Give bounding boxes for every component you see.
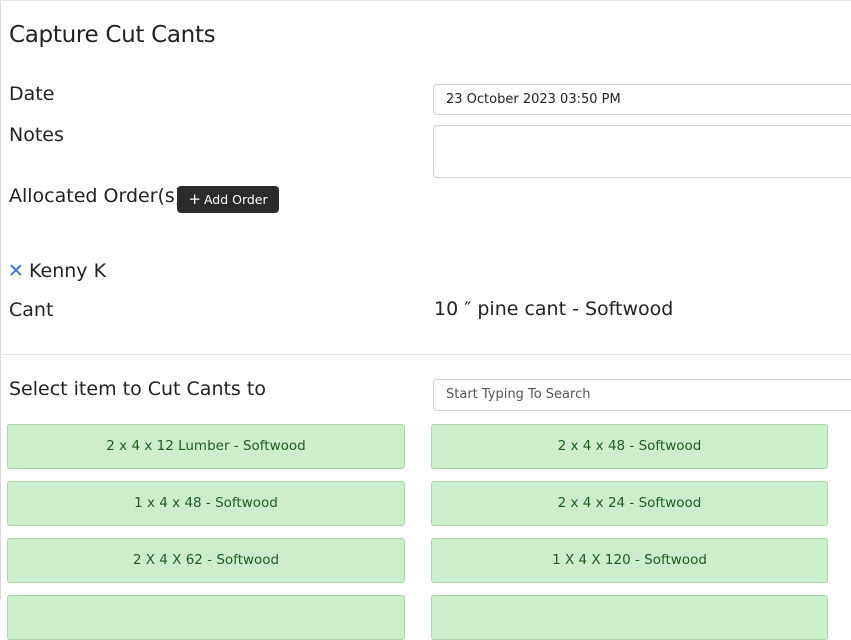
plus-icon: + xyxy=(188,190,201,208)
allocated-order-name: Kenny K xyxy=(29,260,107,282)
date-label: Date xyxy=(9,83,55,105)
date-input[interactable]: 23 October 2023 03:50 PM xyxy=(433,84,851,115)
notes-textarea[interactable] xyxy=(433,125,851,178)
item-button[interactable] xyxy=(7,595,405,640)
item-button[interactable]: 1 x 4 x 48 - Softwood xyxy=(7,481,405,526)
item-button[interactable]: 2 x 4 x 12 Lumber - Softwood xyxy=(7,424,405,469)
cant-value: 10 ″ pine cant - Softwood xyxy=(434,298,674,320)
item-button[interactable]: 2 X 4 X 62 - Softwood xyxy=(7,538,405,583)
add-order-button-label: Add Order xyxy=(203,192,268,207)
item-button[interactable]: 1 X 4 X 120 - Softwood xyxy=(431,538,828,583)
page-title: Capture Cut Cants xyxy=(9,22,216,48)
cant-label: Cant xyxy=(9,299,54,321)
item-button[interactable]: 2 x 4 x 24 - Softwood xyxy=(431,481,828,526)
page-left-border xyxy=(0,0,1,599)
select-item-label: Select item to Cut Cants to xyxy=(9,378,266,400)
close-icon[interactable]: ✕ xyxy=(8,260,24,282)
notes-label: Notes xyxy=(9,124,64,146)
item-button[interactable]: 2 x 4 x 48 - Softwood xyxy=(431,424,828,469)
section-divider xyxy=(0,354,851,355)
item-button[interactable] xyxy=(431,595,828,640)
add-order-button[interactable]: + Add Order xyxy=(177,186,279,213)
allocated-orders-label: Allocated Order(s) xyxy=(9,185,183,207)
page-top-border xyxy=(0,0,851,1)
item-search-input[interactable]: Start Typing To Search xyxy=(433,379,851,411)
